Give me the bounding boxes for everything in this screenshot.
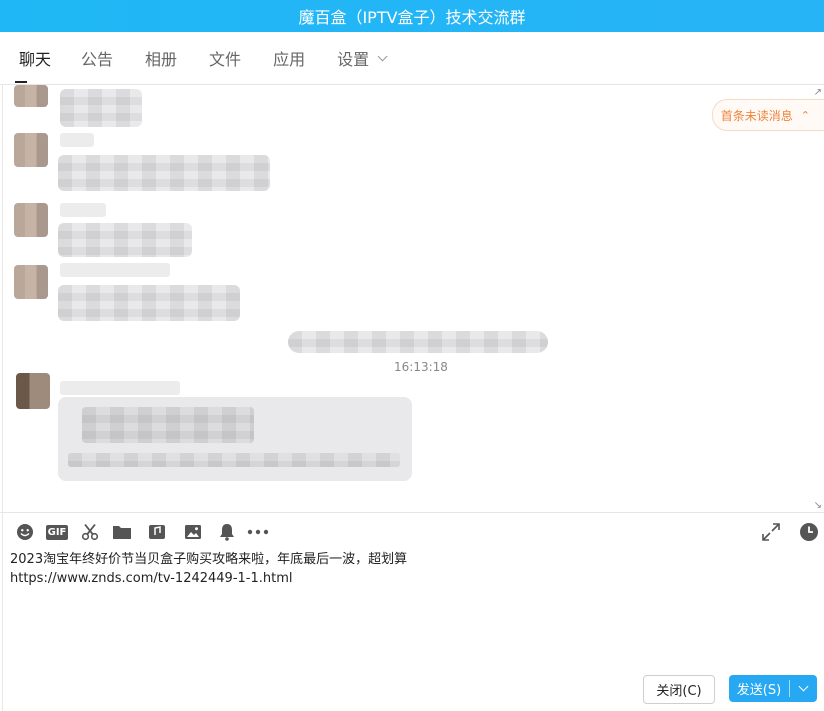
avatar[interactable] bbox=[14, 265, 48, 299]
window-title: 魔百盒（IPTV盒子）技术交流群 bbox=[298, 8, 526, 27]
input-toolbar: GIF bbox=[0, 512, 824, 551]
image-icon[interactable] bbox=[182, 521, 204, 543]
message-timestamp: 16:13:18 bbox=[394, 360, 448, 374]
message-bubble-redacted bbox=[58, 155, 270, 191]
card-text-redacted bbox=[82, 407, 254, 443]
folder-icon[interactable] bbox=[111, 521, 133, 543]
tab-announcement-label: 公告 bbox=[81, 50, 114, 69]
message-bubble-redacted bbox=[58, 285, 240, 321]
sender-name-redacted bbox=[60, 203, 106, 217]
sender-name-redacted bbox=[60, 133, 94, 147]
chevron-down-icon bbox=[798, 681, 809, 692]
chevron-down-icon bbox=[377, 51, 388, 61]
system-notice-redacted bbox=[288, 331, 548, 353]
tab-settings[interactable]: 设置 bbox=[324, 32, 399, 84]
avatar[interactable] bbox=[14, 203, 48, 237]
chat-message-area[interactable]: ↗ 16:13:18 ↘ 首条未读消息 ⌃ bbox=[0, 85, 824, 511]
sender-name-redacted bbox=[60, 381, 180, 395]
tab-apps[interactable]: 应用 bbox=[260, 32, 318, 84]
tab-files[interactable]: 文件 bbox=[196, 32, 254, 84]
clock-icon[interactable] bbox=[798, 521, 820, 543]
tab-files-label: 文件 bbox=[209, 50, 242, 69]
first-unread-label: 首条未读消息 bbox=[720, 108, 793, 123]
tab-bar: 聊天 公告 相册 文件 应用 设置 bbox=[0, 32, 824, 85]
first-unread-button[interactable]: 首条未读消息 ⌃ bbox=[711, 99, 824, 131]
send-options-dropdown[interactable] bbox=[790, 681, 817, 692]
close-button[interactable]: 关闭(C) bbox=[643, 675, 715, 704]
gif-text: GIF bbox=[45, 524, 69, 540]
send-button-label: 发送(S) bbox=[736, 683, 782, 698]
message-input-line: 2023淘宝年终好价节当贝盒子购买攻略来啦，年底最后一波，超划算 bbox=[10, 552, 408, 567]
tab-apps-label: 应用 bbox=[273, 50, 306, 69]
avatar[interactable] bbox=[16, 373, 50, 409]
card-footer-redacted bbox=[68, 453, 400, 467]
tab-chat[interactable]: 聊天 bbox=[0, 32, 64, 84]
tab-album[interactable]: 相册 bbox=[132, 32, 190, 84]
send-button[interactable]: 发送(S) bbox=[729, 675, 817, 702]
sender-name-redacted bbox=[60, 263, 170, 277]
bell-icon[interactable] bbox=[216, 521, 238, 543]
music-icon[interactable] bbox=[146, 521, 168, 543]
message-input[interactable]: 2023淘宝年终好价节当贝盒子购买攻略来啦，年底最后一波，超划算 https:/… bbox=[10, 550, 810, 660]
gif-icon[interactable]: GIF bbox=[45, 521, 69, 543]
message-bubble-redacted bbox=[58, 223, 192, 257]
shared-link-card[interactable] bbox=[58, 397, 412, 481]
avatar[interactable] bbox=[14, 133, 48, 167]
window-title-bar: 魔百盒（IPTV盒子）技术交流群 bbox=[0, 0, 824, 32]
scissors-icon[interactable] bbox=[79, 521, 101, 543]
expand-icon[interactable] bbox=[760, 521, 782, 543]
tab-album-label: 相册 bbox=[145, 50, 178, 69]
message-input-line: https://www.znds.com/tv-1242449-1-1.html bbox=[10, 571, 293, 586]
tab-announcement[interactable]: 公告 bbox=[68, 32, 126, 84]
tab-chat-label: 聊天 bbox=[19, 50, 52, 69]
corner-arrow-icon: ↘ bbox=[813, 500, 822, 511]
avatar[interactable] bbox=[14, 85, 48, 107]
tab-settings-label: 设置 bbox=[337, 50, 370, 69]
corner-arrow-icon: ↗ bbox=[813, 87, 822, 98]
emoji-icon[interactable] bbox=[14, 521, 36, 543]
more-icon[interactable] bbox=[247, 521, 269, 543]
close-button-label: 关闭(C) bbox=[656, 684, 702, 699]
chevron-up-icon: ⌃ bbox=[800, 108, 810, 122]
message-bubble-redacted bbox=[60, 89, 142, 127]
